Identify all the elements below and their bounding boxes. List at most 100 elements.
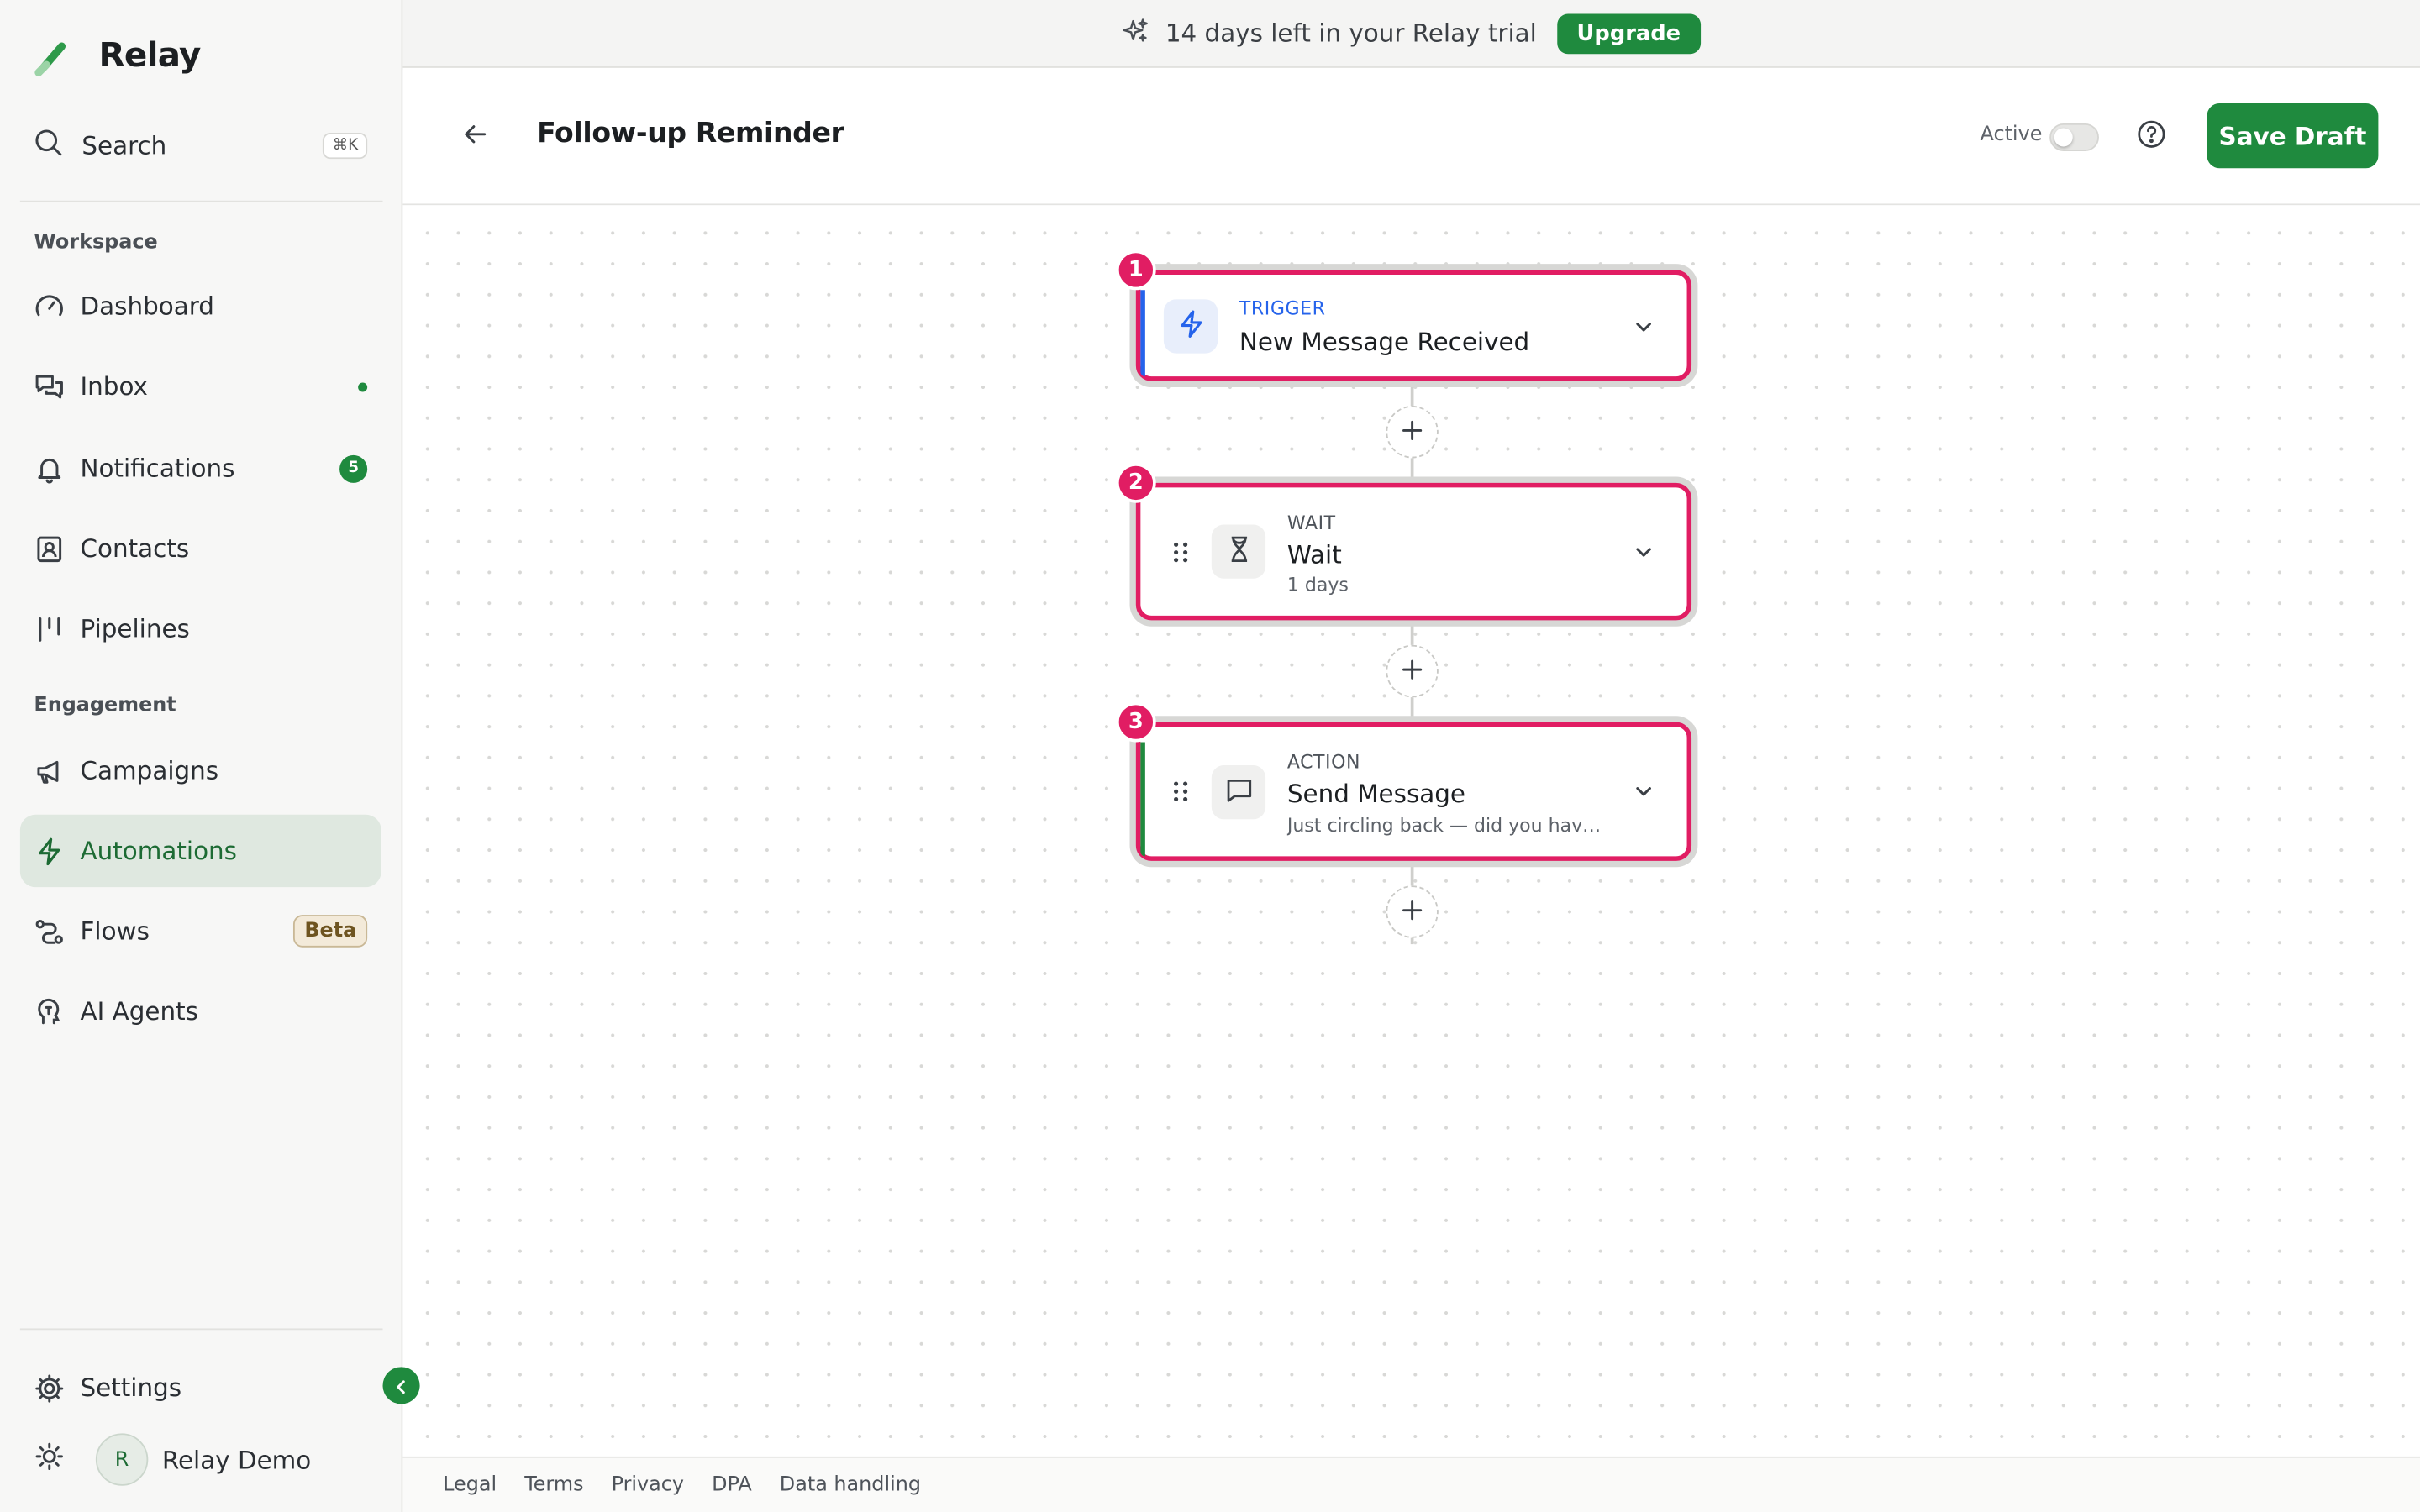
sidebar-item-automations[interactable]: Automations bbox=[19, 814, 381, 888]
search-button[interactable]: Search ⌘K bbox=[34, 123, 368, 166]
page-title: Follow-up Reminder bbox=[537, 117, 844, 150]
plus-icon bbox=[1402, 657, 1423, 686]
workflow-step-wait[interactable]: 2 WAIT Wait 1 days bbox=[1115, 463, 1692, 621]
action-icon-box bbox=[1211, 765, 1266, 820]
sidebar-item-label: Pipelines bbox=[80, 614, 190, 643]
sidebar-item-campaigns[interactable]: Campaigns bbox=[20, 734, 381, 806]
toggle-knob bbox=[2054, 128, 2073, 147]
step-subtitle: 1 days bbox=[1286, 574, 1349, 596]
unread-indicator bbox=[358, 381, 368, 391]
step-accent-bar bbox=[1140, 742, 1145, 857]
gauge-icon bbox=[34, 291, 65, 322]
save-draft-button[interactable]: Save Draft bbox=[2207, 103, 2379, 169]
lightning-icon bbox=[1176, 307, 1207, 344]
step-title: Wait bbox=[1286, 539, 1342, 570]
editor-header: Follow-up Reminder Active Save Draft bbox=[402, 69, 2420, 206]
footer-link-legal[interactable]: Legal bbox=[443, 1473, 497, 1497]
help-circle-icon bbox=[2136, 118, 2167, 155]
sidebar-divider bbox=[19, 1328, 383, 1331]
add-step-button[interactable] bbox=[1386, 885, 1439, 938]
drag-handle-icon[interactable] bbox=[1171, 540, 1190, 564]
footer-link-data-handling[interactable]: Data handling bbox=[780, 1473, 921, 1497]
sidebar-item-notifications[interactable]: Notifications 5 bbox=[20, 432, 381, 504]
sidebar-item-label: Notifications bbox=[80, 454, 235, 483]
sidebar: Relay Search ⌘K Workspace Dashboard Inbo… bbox=[0, 0, 403, 1512]
sidebar-item-label: AI Agents bbox=[80, 996, 198, 1026]
footer-link-privacy[interactable]: Privacy bbox=[612, 1473, 684, 1497]
section-title-workspace: Workspace bbox=[34, 231, 158, 255]
relay-logo-icon bbox=[34, 34, 74, 76]
drag-handle-icon[interactable] bbox=[1171, 780, 1190, 804]
chat-bubbles-icon bbox=[34, 371, 65, 402]
sidebar-item-label: Inbox bbox=[80, 371, 148, 402]
help-button[interactable] bbox=[2134, 120, 2168, 154]
sparkle-icon bbox=[1122, 16, 1150, 50]
trial-message: 14 days left in your Relay trial bbox=[1165, 18, 1537, 48]
contact-card-icon bbox=[34, 533, 65, 564]
add-step-button[interactable] bbox=[1386, 406, 1439, 459]
step-number: 2 bbox=[1115, 463, 1156, 503]
footer-link-terms[interactable]: Terms bbox=[524, 1473, 583, 1497]
search-shortcut: ⌘K bbox=[323, 132, 368, 159]
step-title: Send Message bbox=[1286, 779, 1466, 809]
collapse-sidebar-button[interactable] bbox=[382, 1367, 420, 1404]
step-type: ACTION bbox=[1286, 751, 1361, 774]
lightning-icon bbox=[34, 836, 65, 867]
sidebar-item-contacts[interactable]: Contacts bbox=[20, 512, 381, 585]
footer-link-dpa[interactable]: DPA bbox=[712, 1473, 752, 1497]
upgrade-button[interactable]: Upgrade bbox=[1556, 13, 1701, 54]
step-type: WAIT bbox=[1286, 512, 1336, 534]
sidebar-item-label: Dashboard bbox=[80, 291, 214, 322]
section-title-engagement: Engagement bbox=[34, 694, 176, 718]
plus-icon bbox=[1402, 417, 1423, 447]
sidebar-divider bbox=[19, 200, 383, 202]
search-icon bbox=[34, 128, 63, 163]
brand-name: Relay bbox=[98, 36, 202, 76]
beta-badge: Beta bbox=[293, 915, 368, 948]
sidebar-item-dashboard[interactable]: Dashboard bbox=[20, 270, 381, 342]
chevron-left-icon bbox=[393, 1371, 408, 1400]
sidebar-item-label: Flows bbox=[80, 916, 150, 946]
active-toggle[interactable] bbox=[2049, 123, 2099, 152]
step-subtitle: Just circling back — did you have an... bbox=[1286, 814, 1612, 837]
workflow-step-trigger[interactable]: 1 TRIGGER New Message Received bbox=[1115, 249, 1692, 381]
megaphone-icon bbox=[34, 755, 65, 786]
hourglass-icon bbox=[1223, 533, 1255, 570]
sidebar-item-pipelines[interactable]: Pipelines bbox=[20, 592, 381, 664]
brand[interactable]: Relay bbox=[34, 34, 202, 76]
theme-toggle-sun-icon[interactable] bbox=[34, 1441, 65, 1478]
chevron-down-icon[interactable] bbox=[1631, 315, 1655, 339]
trial-banner: 14 days left in your Relay trial Upgrade bbox=[402, 0, 2420, 68]
user-name: Relay Demo bbox=[161, 1445, 312, 1475]
trigger-icon-box bbox=[1163, 299, 1218, 354]
back-button[interactable] bbox=[459, 120, 492, 154]
avatar: R bbox=[95, 1433, 149, 1486]
brain-icon bbox=[34, 996, 65, 1027]
chevron-down-icon[interactable] bbox=[1631, 540, 1655, 564]
step-title: New Message Received bbox=[1239, 327, 1530, 357]
sidebar-item-label: Settings bbox=[80, 1373, 182, 1403]
sidebar-item-label: Contacts bbox=[80, 533, 190, 564]
gear-icon bbox=[34, 1373, 65, 1404]
kanban-icon bbox=[34, 613, 65, 644]
search-label: Search bbox=[82, 130, 167, 160]
workflow-canvas[interactable]: 1 TRIGGER New Message Received 2 WAIT Wa… bbox=[402, 205, 2420, 1457]
sidebar-item-ai-agents[interactable]: AI Agents bbox=[20, 975, 381, 1047]
message-square-icon bbox=[1223, 774, 1255, 811]
active-label: Active bbox=[1980, 123, 2043, 147]
bell-icon bbox=[34, 453, 65, 484]
step-number: 3 bbox=[1115, 701, 1156, 743]
sidebar-item-settings[interactable]: Settings bbox=[20, 1352, 381, 1424]
step-accent-bar bbox=[1140, 290, 1145, 377]
step-number: 1 bbox=[1115, 249, 1156, 291]
sidebar-item-flows[interactable]: Flows Beta bbox=[20, 895, 381, 967]
notification-count-badge: 5 bbox=[339, 454, 368, 482]
sidebar-item-label: Campaigns bbox=[80, 756, 219, 785]
user-menu[interactable]: R Relay Demo bbox=[34, 1433, 312, 1486]
add-step-button[interactable] bbox=[1386, 644, 1439, 698]
chevron-down-icon[interactable] bbox=[1631, 780, 1655, 804]
footer: Legal Terms Privacy DPA Data handling bbox=[402, 1456, 2420, 1512]
sidebar-item-inbox[interactable]: Inbox bbox=[20, 350, 381, 423]
wait-icon-box bbox=[1211, 524, 1266, 579]
workflow-step-action[interactable]: 3 ACTION Send Message Just circling back… bbox=[1115, 701, 1692, 861]
